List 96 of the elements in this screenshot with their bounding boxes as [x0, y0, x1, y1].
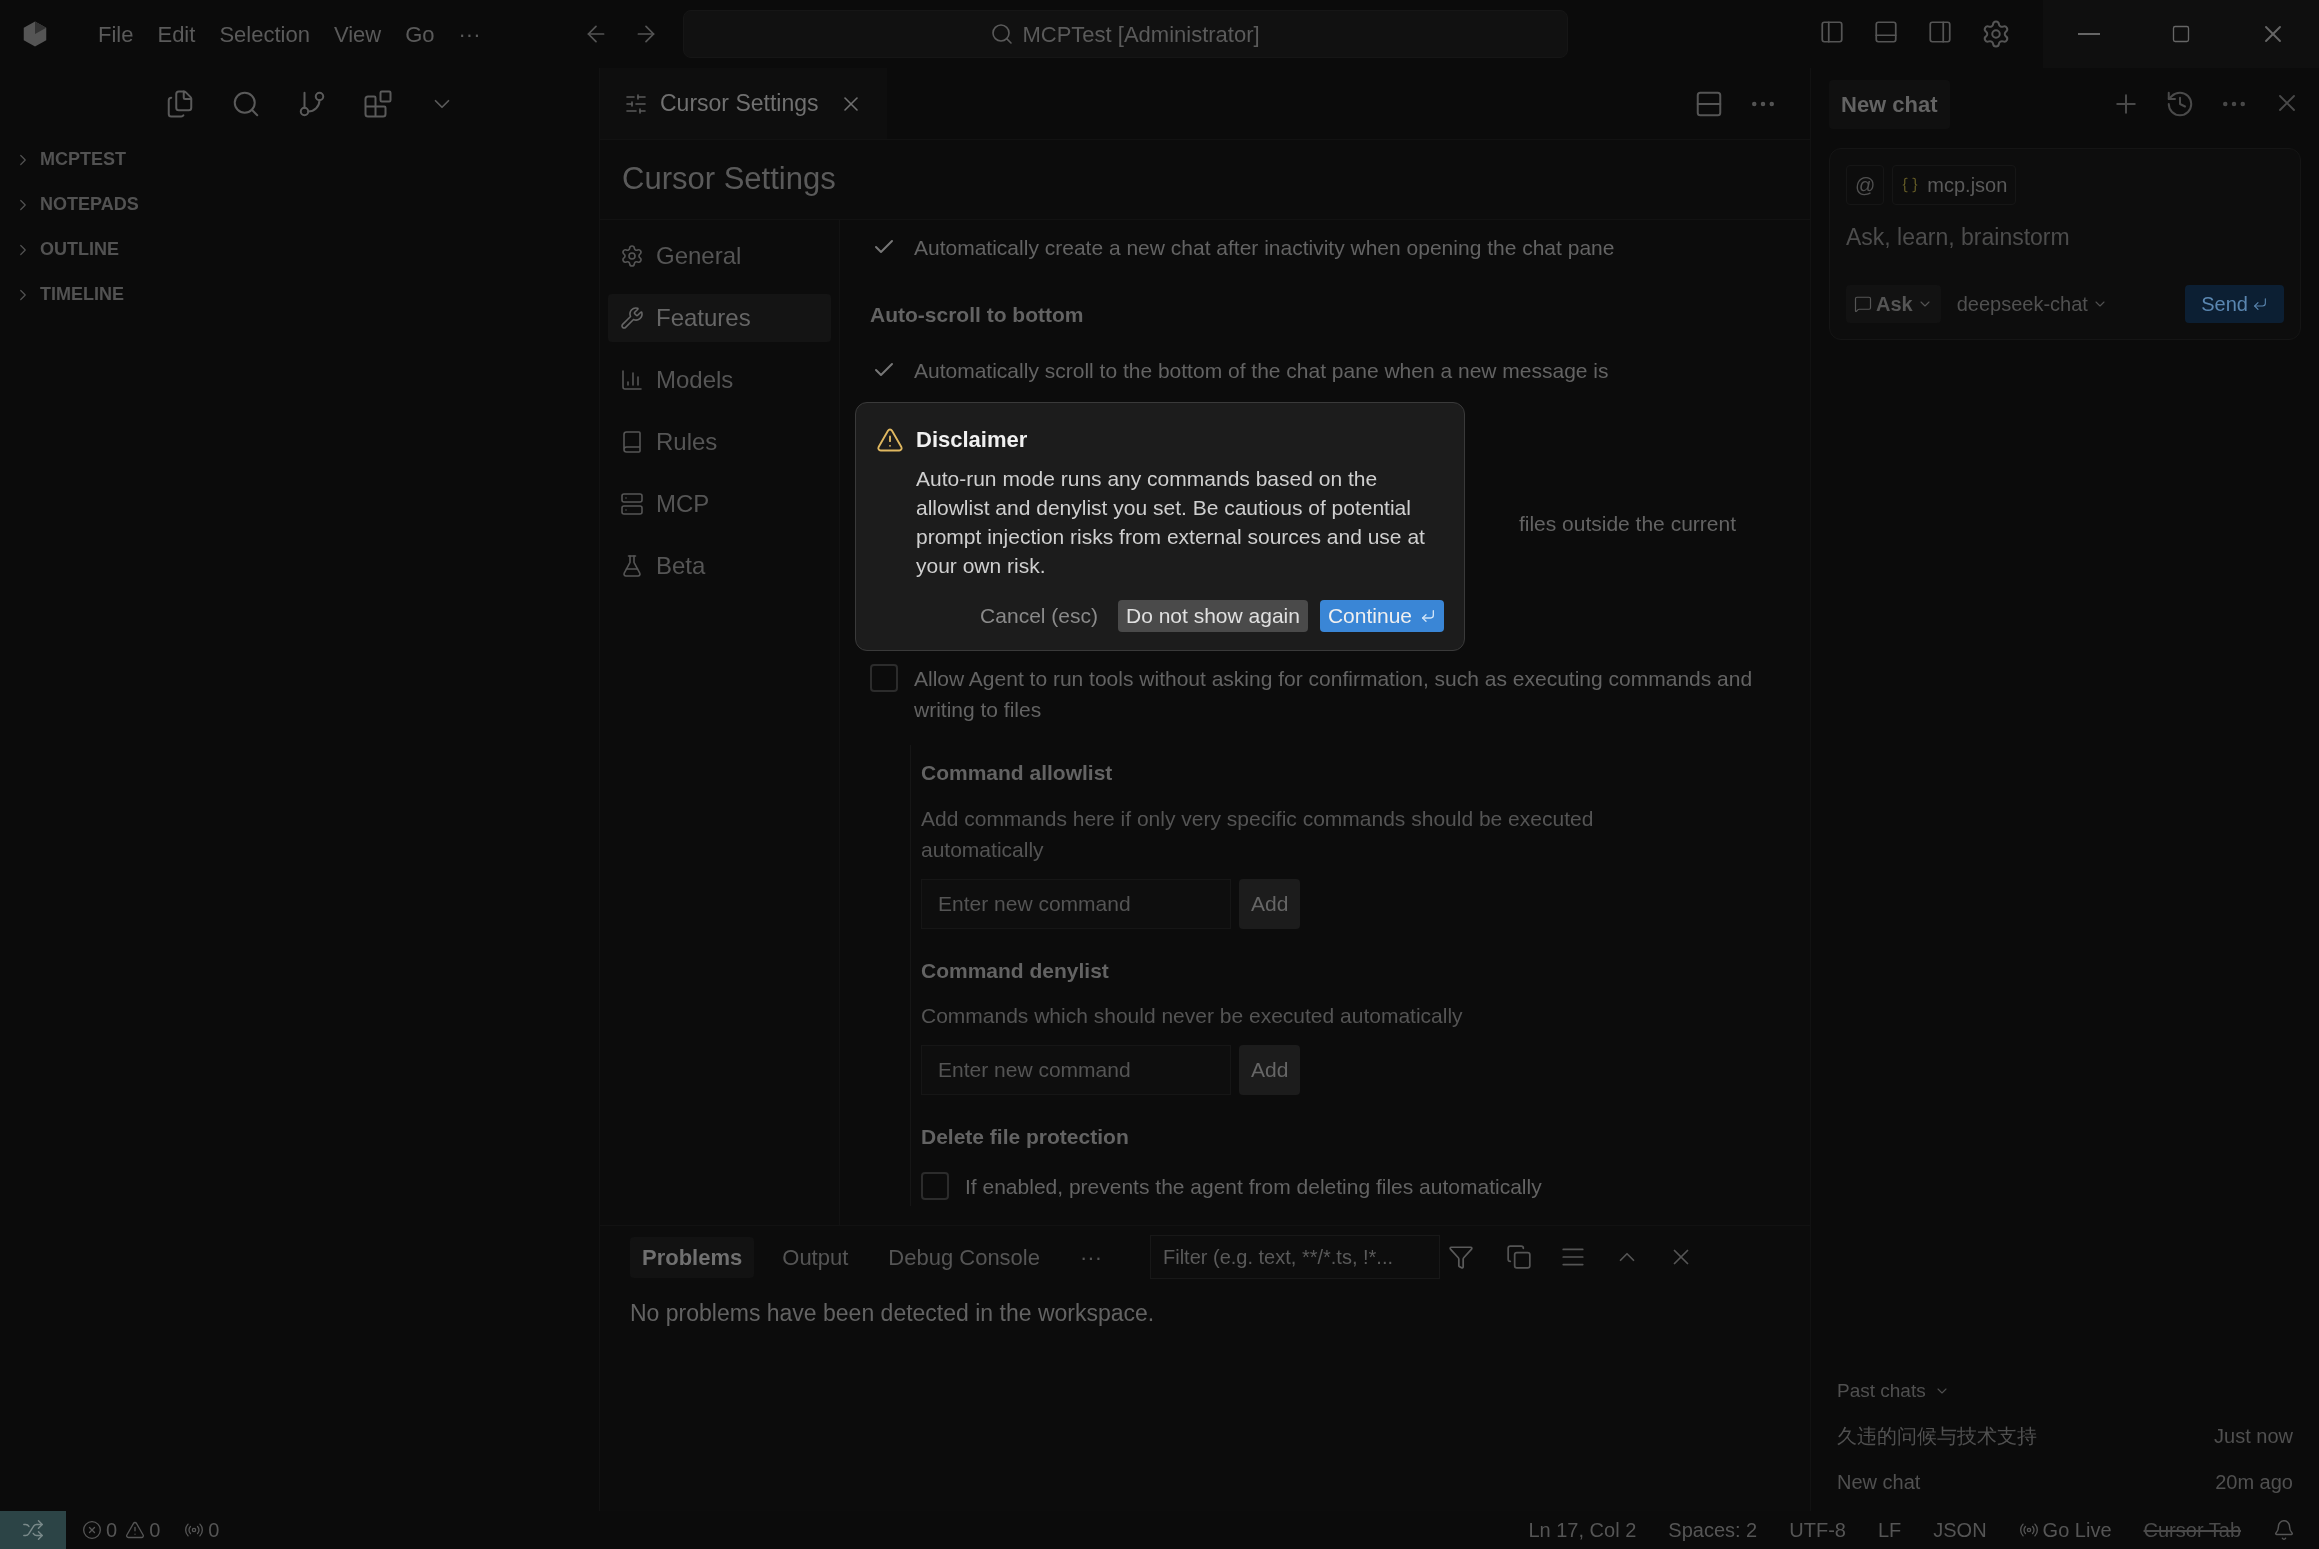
menu-item[interactable]: Go	[393, 17, 447, 51]
chat-input[interactable]: Ask, learn, brainstorm	[1846, 217, 2284, 257]
server-icon	[620, 492, 644, 516]
panel-tab[interactable]: Problems	[630, 1236, 755, 1278]
model-dropdown[interactable]: deepseek-chat	[1956, 289, 2108, 319]
settings-nav-item[interactable]: Beta	[608, 542, 831, 590]
search-icon[interactable]	[231, 89, 261, 119]
cancel-button[interactable]: Cancel (esc)	[972, 600, 1106, 632]
cursor-tab-status[interactable]: Cursor Tab	[2143, 1515, 2241, 1545]
past-chat-time: Just now	[2214, 1424, 2293, 1449]
setting-description: Commands which should never be executed automatically	[921, 1003, 1464, 1029]
settings-nav-item[interactable]: General	[608, 232, 831, 280]
setting-description: Add commands here if only very specific commands should be executed automatically	[921, 805, 1595, 863]
settings-icon[interactable]	[1981, 19, 2011, 49]
chat-tab[interactable]: New chat	[1829, 79, 1950, 129]
add-button[interactable]: Add	[1239, 878, 1301, 929]
collapse-icon[interactable]	[1505, 1244, 1532, 1270]
past-chat-time: 20m ago	[2215, 1470, 2293, 1495]
past-chat-title[interactable]: 久违的问候与技术支持	[1837, 1421, 2037, 1451]
file-chip[interactable]: mcp.json	[1892, 165, 2017, 205]
status-item[interactable]: Spaces: 2	[1668, 1515, 1758, 1545]
bar-chart-icon	[620, 368, 644, 392]
branch-icon[interactable]	[297, 89, 327, 119]
go-live-status[interactable]: Go Live	[2018, 1515, 2112, 1545]
menu-item[interactable]: File	[86, 17, 146, 51]
panel-bottom-icon[interactable]	[1873, 19, 1899, 45]
menu-item[interactable]: View	[321, 17, 394, 51]
past-chats-header[interactable]: Past chats	[1837, 1376, 2293, 1405]
files-icon[interactable]	[165, 89, 195, 119]
braces-icon	[1901, 176, 1920, 194]
send-button[interactable]: Send	[2185, 285, 2284, 323]
filter-icon[interactable]	[1447, 1244, 1474, 1270]
settings-nav-item[interactable]: Rules	[608, 418, 831, 466]
more-tabs[interactable]: ···	[1068, 1240, 1114, 1274]
status-item[interactable]: UTF-8	[1789, 1515, 1846, 1545]
explorer-section[interactable]: TIMELINE	[14, 281, 599, 308]
explorer-section[interactable]: NOTEPADS	[14, 191, 599, 218]
menu-item[interactable]: ···	[446, 17, 493, 51]
past-chat-title[interactable]: New chat	[1837, 1467, 1921, 1497]
status-item[interactable]: LF	[1877, 1515, 1902, 1545]
chat-bubble-icon	[1854, 295, 1872, 313]
extensions-icon[interactable]	[363, 89, 393, 119]
panel-tab[interactable]: Output	[770, 1236, 861, 1278]
explorer-section[interactable]: OUTLINE	[14, 236, 599, 263]
maximize-icon	[2171, 24, 2191, 44]
gear-icon	[620, 244, 644, 268]
tools-icon	[620, 306, 644, 330]
panel-message: No problems have been detected in the workspace.	[630, 1299, 1156, 1328]
ports-status[interactable]: 0	[184, 1515, 220, 1545]
remote-button[interactable]	[0, 1511, 66, 1549]
command-field[interactable]: Enter new command	[921, 1045, 1231, 1095]
history-icon[interactable]	[2165, 89, 2195, 119]
bell-icon[interactable]	[2273, 1519, 2295, 1541]
minimize-icon	[2078, 33, 2100, 35]
book-icon	[620, 430, 644, 454]
section-heading: Auto-scroll to bottom	[870, 302, 1085, 328]
status-item[interactable]: JSON	[1933, 1515, 1987, 1545]
enter-icon	[1420, 608, 1436, 624]
panel-right-icon[interactable]	[1927, 19, 1953, 45]
enter-icon	[2252, 296, 2268, 312]
flask-icon	[620, 554, 644, 578]
command-field[interactable]: Enter new command	[921, 878, 1231, 929]
settings-nav-item[interactable]: MCP	[608, 480, 831, 528]
setting-label: If enabled, prevents the agent from deleting files automatically	[965, 1173, 1542, 1200]
problems-status[interactable]: 0 0	[82, 1515, 161, 1545]
section-heading: Delete file protection	[921, 1124, 1130, 1150]
section-heading: Command denylist	[921, 957, 1110, 984]
search-icon[interactable]	[990, 22, 1015, 46]
dialog-title: Disclaimer	[916, 426, 1028, 454]
checkbox[interactable]	[870, 664, 898, 692]
do-not-show-button[interactable]: Do not show again	[1118, 600, 1308, 632]
status-item[interactable]: Ln 17, Col 2	[1528, 1515, 1637, 1545]
filter-field[interactable]: Filter (e.g. text, **/*.ts, !*...	[1149, 1235, 1440, 1279]
error-icon	[82, 1520, 102, 1540]
checkbox[interactable]	[921, 1171, 949, 1200]
menu-item[interactable]: Selection	[207, 17, 322, 51]
settings-nav-item[interactable]: Models	[608, 356, 831, 404]
dialog-message: Auto-run mode runs any commands based on the allowlist and denylist you set. Be cautious of potential prompt injection risks from external sources and use at your own risk.	[916, 466, 1426, 579]
panel-left-icon[interactable]	[1819, 19, 1845, 45]
panel-tab[interactable]: Debug Console	[876, 1236, 1052, 1278]
setting-label: Allow Agent to run tools without asking for confirmation, such as executing commands and writing to files	[914, 666, 1754, 723]
menu-item[interactable]: Edit	[145, 17, 208, 51]
setting-label: Automatically create a new chat after inactivity when opening the chat pane	[914, 235, 1615, 261]
explorer-section[interactable]: MCPTEST	[14, 146, 599, 173]
setting-label: Automatically scroll to the bottom of the chat pane when a new message is	[914, 357, 1609, 384]
sliders-icon	[624, 91, 648, 116]
command-center[interactable]: MCPTest [Administrator]	[682, 10, 1568, 58]
add-button[interactable]: Add	[1239, 1045, 1301, 1095]
mention-chip[interactable]: @	[1846, 165, 1885, 205]
mode-dropdown[interactable]: Ask	[1846, 285, 1941, 323]
section-heading: Command allowlist	[921, 760, 1114, 786]
settings-title: Cursor Settings	[622, 160, 836, 199]
setting-label: files outside the current	[1518, 510, 1736, 537]
continue-button[interactable]: Continue	[1319, 600, 1444, 632]
settings-nav-item[interactable]: Features	[608, 294, 831, 342]
warning-icon	[125, 1520, 146, 1540]
